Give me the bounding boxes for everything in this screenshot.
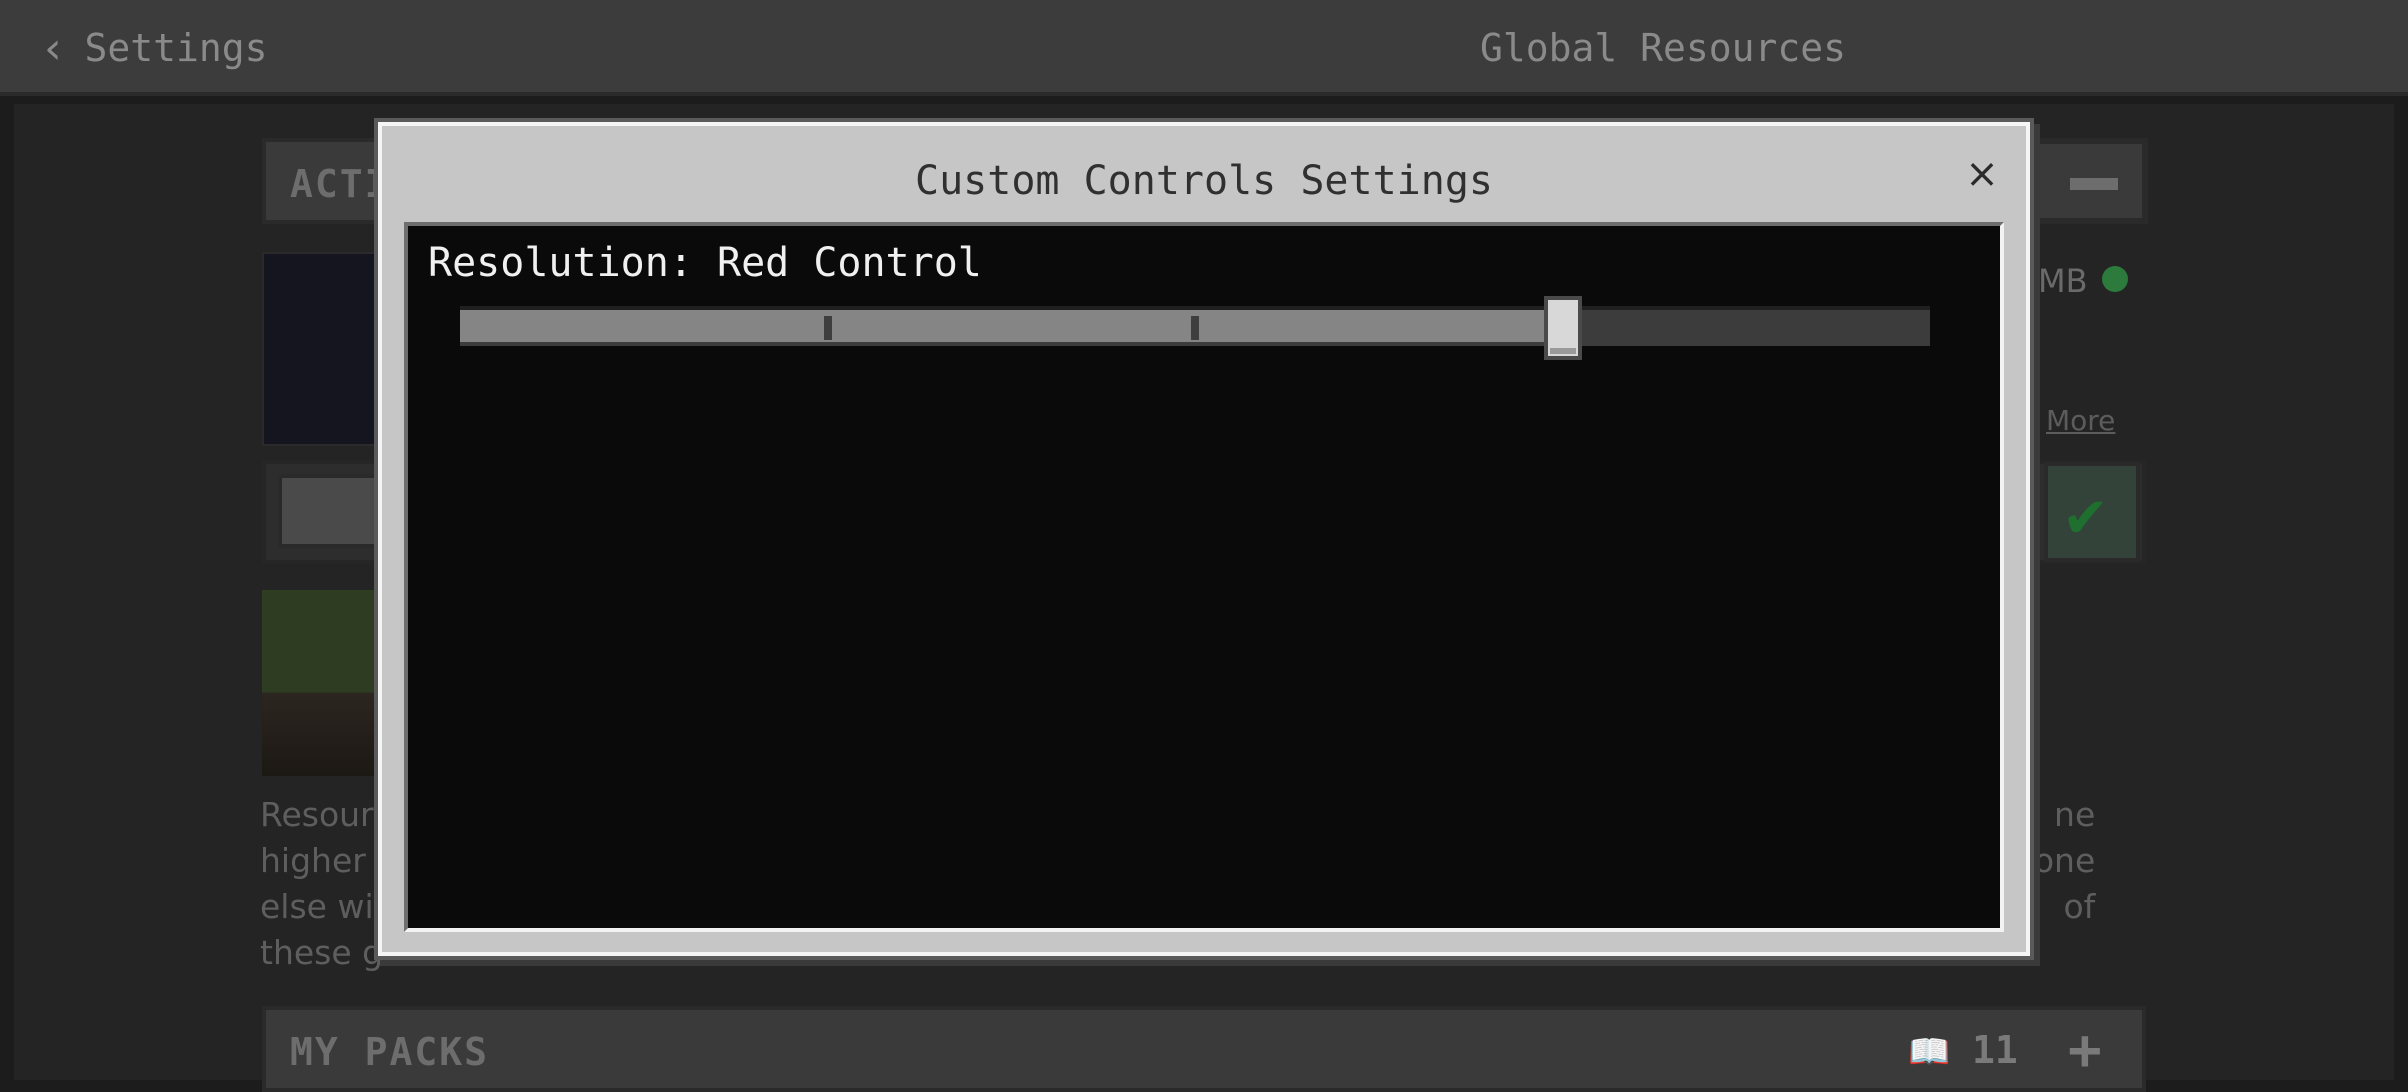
checkmark-icon: ✔	[2062, 486, 2109, 551]
back-button-label: Settings	[84, 26, 268, 70]
slider-tick	[824, 316, 832, 340]
my-packs-count: 11	[1972, 1028, 2018, 1072]
screen-title: Global Resources	[1480, 26, 1847, 70]
pack-size-text: MB	[2038, 262, 2088, 300]
slider-handle[interactable]	[1544, 296, 1582, 360]
close-icon[interactable]: ×	[1960, 152, 2004, 196]
dialog-body: Resolution: Red Control	[404, 222, 2004, 932]
more-link[interactable]: More	[2046, 404, 2115, 437]
my-packs-label: MY PACKS	[290, 1030, 490, 1074]
slider-tick	[1191, 316, 1199, 340]
book-icon: 📖	[1908, 1032, 1951, 1072]
my-packs-header[interactable]: MY PACKS 📖 11 +	[262, 1006, 2146, 1092]
collapse-button[interactable]	[2036, 140, 2146, 222]
minus-icon	[2070, 178, 2118, 190]
slider-label: Resolution: Red Control	[428, 240, 982, 286]
slider-fill	[460, 310, 1563, 342]
dialog-title: Custom Controls Settings	[915, 158, 1493, 204]
pack-settings-button[interactable]	[278, 474, 388, 548]
chevron-left-icon: ‹	[40, 22, 67, 74]
status-dot-icon	[2102, 266, 2128, 292]
resolution-slider[interactable]	[460, 296, 1930, 360]
top-bar: ‹ Settings Global Resources	[0, 0, 2408, 96]
back-button[interactable]: ‹ Settings	[40, 22, 268, 74]
pack-thumbnail	[262, 252, 386, 446]
plus-icon[interactable]: +	[2068, 1018, 2102, 1083]
active-packs-label: ACTI	[290, 162, 390, 206]
custom-controls-dialog: Custom Controls Settings × Resolution: R…	[378, 122, 2030, 956]
resource-pack-thumbnail	[262, 590, 388, 776]
description-text-left: Resour higher else wi these g	[260, 795, 384, 972]
